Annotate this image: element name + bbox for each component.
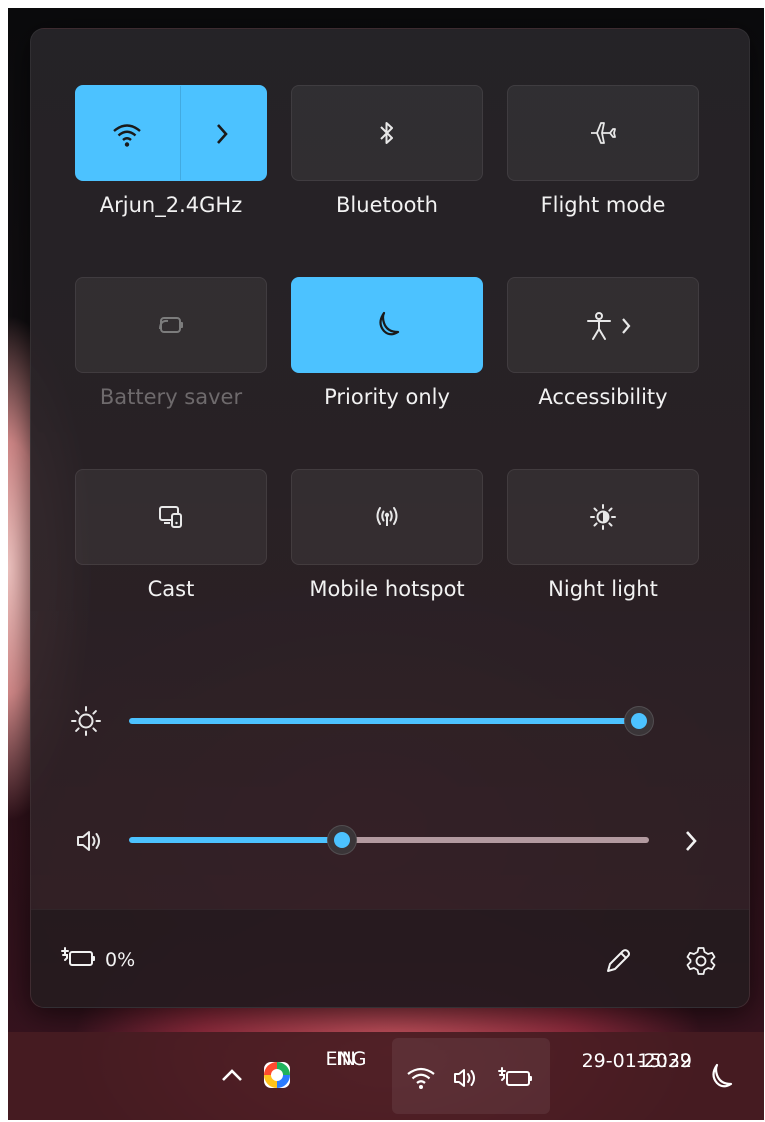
accessibility-tile[interactable] bbox=[507, 277, 699, 373]
system-tray-quick-settings[interactable] bbox=[392, 1038, 550, 1114]
speaker-icon[interactable] bbox=[75, 828, 105, 858]
bluetooth-tile[interactable] bbox=[291, 85, 483, 181]
night-light-label: Night light bbox=[548, 577, 658, 601]
speaker-icon bbox=[452, 1066, 480, 1094]
battery-saver-icon bbox=[156, 314, 186, 336]
language-region: IN bbox=[336, 1048, 356, 1070]
priority-only-label: Priority only bbox=[324, 385, 450, 409]
brightness-icon bbox=[69, 704, 103, 742]
mobile-hotspot-tile[interactable] bbox=[291, 469, 483, 565]
quick-settings-footer: 0% bbox=[31, 909, 749, 1007]
hotspot-icon bbox=[371, 504, 403, 530]
wifi-tile-divider bbox=[180, 86, 181, 180]
accessibility-icon bbox=[586, 311, 612, 341]
night-light-icon bbox=[588, 502, 618, 532]
battery-percentage: 0% bbox=[105, 949, 136, 971]
brightness-thumb[interactable] bbox=[624, 706, 654, 736]
bluetooth-label: Bluetooth bbox=[336, 193, 438, 217]
flight-mode-label: Flight mode bbox=[540, 193, 666, 217]
app-icon[interactable] bbox=[262, 1060, 292, 1094]
chevron-up-icon[interactable] bbox=[220, 1066, 244, 1088]
flight-mode-tile[interactable] bbox=[507, 85, 699, 181]
battery-saver-tile bbox=[75, 277, 267, 373]
battery-charging-icon bbox=[61, 946, 99, 974]
night-light-tile[interactable] bbox=[507, 469, 699, 565]
clock-date: 29-01-2022 bbox=[581, 1050, 692, 1072]
cast-label: Cast bbox=[147, 577, 195, 601]
pencil-icon[interactable] bbox=[603, 946, 633, 980]
cast-tile[interactable] bbox=[75, 469, 267, 565]
wifi-label: Arjun_2.4GHz bbox=[99, 193, 243, 217]
battery-charging-icon bbox=[498, 1066, 536, 1094]
volume-thumb[interactable] bbox=[327, 825, 357, 855]
bluetooth-icon bbox=[378, 119, 396, 147]
wifi-icon bbox=[406, 1066, 436, 1094]
mobile-hotspot-label: Mobile hotspot bbox=[309, 577, 465, 601]
battery-saver-label: Battery saver bbox=[99, 385, 243, 409]
cast-icon bbox=[158, 505, 184, 529]
wifi-tile[interactable] bbox=[75, 85, 267, 181]
wifi-chevron-right-icon[interactable] bbox=[214, 122, 230, 146]
volume-track[interactable] bbox=[342, 837, 649, 843]
priority-only-tile[interactable] bbox=[291, 277, 483, 373]
brightness-fill bbox=[129, 718, 639, 724]
taskbar: ENG IN 15:39 29-01-2022 bbox=[8, 1032, 764, 1120]
accessibility-label: Accessibility bbox=[538, 385, 668, 409]
volume-output-chevron-right-icon[interactable] bbox=[683, 828, 699, 858]
wifi-icon bbox=[112, 122, 142, 148]
volume-fill bbox=[129, 837, 342, 843]
accessibility-chevron-right-icon[interactable] bbox=[620, 316, 632, 336]
volume-slider[interactable] bbox=[129, 820, 651, 860]
brightness-slider[interactable] bbox=[129, 701, 654, 741]
screen: Arjun_2.4GHz Bluetooth Flight mode Batte… bbox=[8, 8, 764, 1120]
airplane-icon bbox=[588, 119, 618, 147]
battery-status[interactable]: 0% bbox=[61, 946, 135, 974]
gear-icon[interactable] bbox=[685, 945, 717, 981]
quick-settings-panel: Arjun_2.4GHz Bluetooth Flight mode Batte… bbox=[30, 28, 750, 1008]
moon-icon bbox=[373, 310, 401, 340]
moon-icon[interactable] bbox=[706, 1062, 734, 1096]
